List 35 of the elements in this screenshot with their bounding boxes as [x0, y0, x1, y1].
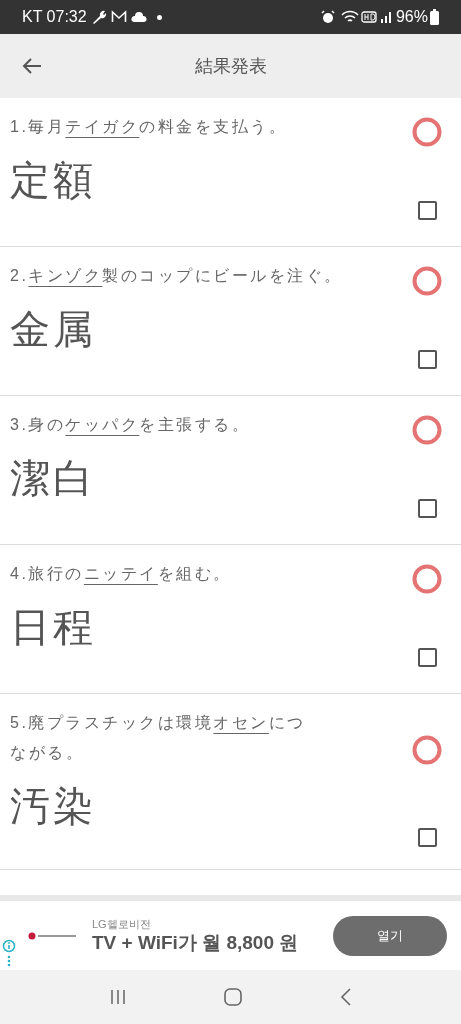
checkbox[interactable]	[418, 350, 437, 369]
battery-icon	[430, 9, 439, 25]
question-text: 2.キンゾク製のコップにビールを注ぐ。	[10, 266, 344, 286]
alarm-icon	[320, 10, 335, 24]
checkbox[interactable]	[418, 648, 437, 667]
back-icon[interactable]	[340, 988, 353, 1006]
cloud-icon	[130, 11, 147, 23]
ad-headline: TV + WiFi가 월 8,800 원	[92, 931, 300, 954]
answer-text: 潔白	[10, 456, 96, 500]
screen-title: 結果発表	[194, 55, 267, 76]
back-arrow-icon	[22, 57, 42, 75]
answer-text: 金属	[10, 307, 96, 351]
question-text: 3.身のケッパク を主張する。	[10, 415, 252, 435]
answer-text: 汚染	[10, 784, 96, 828]
mail-icon	[110, 10, 127, 24]
hd-icon	[360, 11, 377, 23]
recent-apps-icon[interactable]	[108, 989, 127, 1005]
open-button[interactable]: 열기	[333, 915, 447, 956]
checkbox[interactable]	[418, 828, 437, 847]
checkbox[interactable]	[418, 201, 437, 220]
battery-percent: 96%	[395, 7, 428, 27]
logo-icon	[28, 931, 76, 940]
question-text: 1.毎月 テイガクの料金を支払う。	[10, 117, 289, 137]
advertiser-name: LG헬로비전	[92, 917, 152, 931]
checkbox[interactable]	[418, 499, 437, 518]
answer-text: 日程	[10, 605, 96, 649]
signal-icon	[379, 11, 392, 23]
ad-banner[interactable]: LG헬로비전 TV + WiFi가 월 8,800 원 열기	[0, 895, 461, 970]
status-time: KT 07:32	[22, 7, 87, 27]
dot-icon	[156, 14, 162, 20]
question-text: 5.廃プラスチックは環境オセン につながる。	[10, 713, 307, 763]
home-icon[interactable]	[224, 988, 243, 1006]
answer-text: 定額	[10, 158, 96, 202]
question-text: 4.旅行の ニッテイ を組む。	[10, 564, 233, 584]
wifi-icon	[340, 10, 359, 24]
